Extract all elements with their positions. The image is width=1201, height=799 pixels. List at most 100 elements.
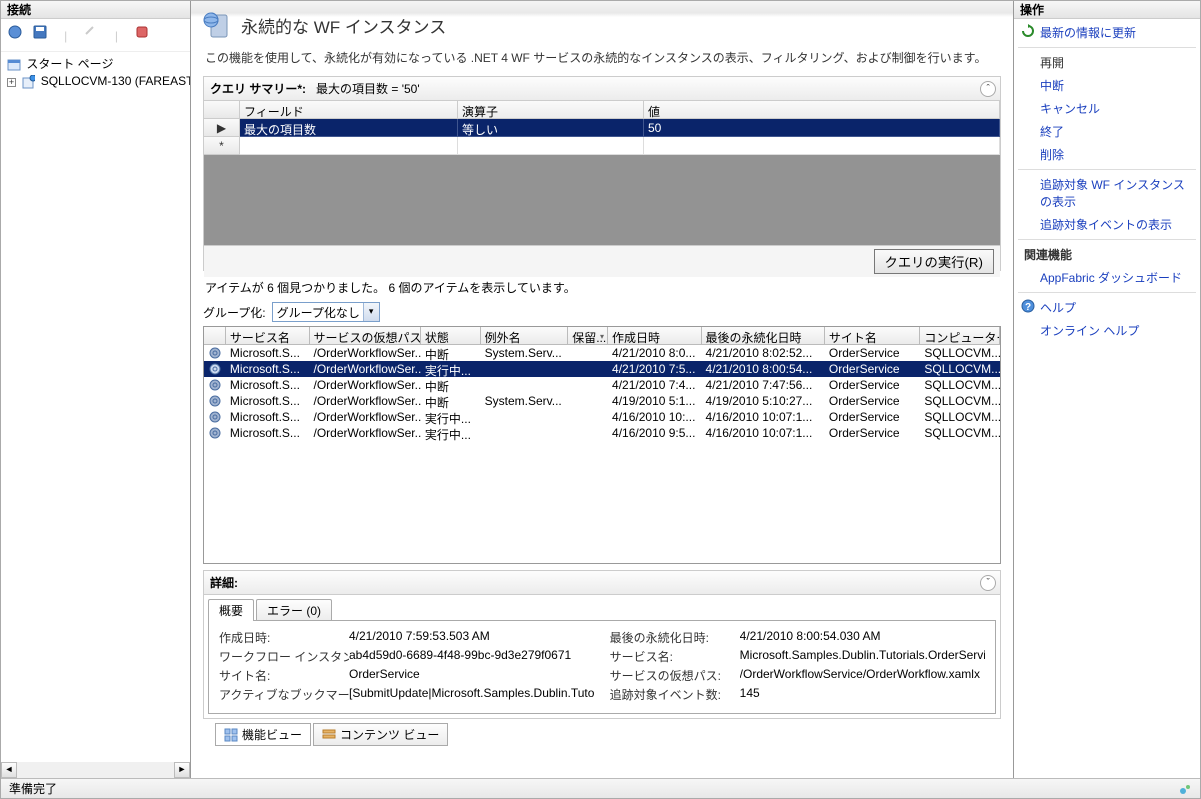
actions-related-header: 関連機能 (1018, 243, 1196, 266)
table-row[interactable]: Microsoft.S.../OrderWorkflowSer...中断Syst… (204, 345, 1000, 361)
list-cell (568, 393, 608, 409)
tree-server-node[interactable]: + SQLLOCVM-130 (FAREAST\w (5, 73, 188, 90)
detail-service-label: サービス名: (610, 648, 740, 665)
query-col-value[interactable]: 値 (644, 101, 1000, 119)
collapse-icon[interactable]: ˇ (980, 575, 996, 591)
query-col-op[interactable]: 演算子 (458, 101, 644, 119)
tree-horizontal-scrollbar[interactable]: ◄ ► (1, 762, 190, 778)
table-row[interactable]: Microsoft.S.../OrderWorkflowSer...実行中...… (204, 409, 1000, 425)
action-delete[interactable]: 削除 (1018, 143, 1196, 166)
stop-icon[interactable] (131, 23, 153, 45)
list-col-5[interactable]: 作成日時 (608, 327, 702, 345)
list-cell: 4/19/2010 5:10:27... (702, 393, 825, 409)
detail-created-value: 4/21/2010 7:59:53.503 AM (349, 629, 594, 646)
list-cell (481, 425, 569, 441)
list-col-0[interactable]: サービス名 (226, 327, 310, 345)
list-col-2[interactable]: 状態 (421, 327, 481, 345)
detail-created-label: 作成日時: (219, 629, 349, 646)
collapse-icon[interactable]: ˆ (980, 81, 996, 97)
query-cell-value[interactable]: 50 (644, 119, 1000, 137)
list-cell: 4/16/2010 10:07:1... (702, 409, 825, 425)
list-cell: 4/21/2010 8:02:52... (702, 345, 825, 361)
list-cell: 実行中... (421, 361, 481, 377)
list-cell: OrderService (825, 345, 921, 361)
dropdown-icon[interactable]: ▾ (363, 303, 379, 321)
list-cell: SQLLOCVM... (920, 393, 1000, 409)
list-col-4[interactable]: 保留...▾ (568, 327, 608, 345)
list-cell: System.Serv... (481, 345, 569, 361)
scroll-left-icon[interactable]: ◄ (1, 762, 17, 778)
help-icon: ? (1020, 298, 1036, 314)
connect-icon[interactable] (4, 23, 26, 45)
action-cancel[interactable]: キャンセル (1018, 97, 1196, 120)
group-by-value[interactable] (273, 305, 363, 319)
list-cell: 中断 (421, 377, 481, 393)
detail-events-label: 追跡対象イベント数: (610, 686, 740, 703)
tab-features-view[interactable]: 機能ビュー (215, 723, 311, 746)
table-row[interactable]: Microsoft.S.../OrderWorkflowSer...中断4/21… (204, 377, 1000, 393)
status-text: 準備完了 (9, 780, 57, 797)
action-suspend[interactable]: 中断 (1018, 74, 1196, 97)
connections-tree[interactable]: スタート ページ + SQLLOCVM-130 (FAREAST\w (1, 52, 190, 762)
features-icon (224, 728, 238, 742)
details-bar[interactable]: 詳細: ˇ (203, 570, 1001, 595)
server-icon (21, 75, 37, 89)
list-cell: 4/21/2010 7:5... (608, 361, 702, 377)
list-cell: OrderService (825, 425, 921, 441)
page-title-icon (203, 11, 231, 39)
group-by-label: グループ化: (203, 304, 266, 321)
tab-content-view[interactable]: コンテンツ ビュー (313, 723, 448, 746)
query-summary-bar[interactable]: クエリ サマリー*: 最大の項目数 = '50' ˆ (203, 76, 1001, 101)
action-online-help[interactable]: オンライン ヘルプ (1018, 319, 1196, 342)
action-refresh-label: 最新の情報に更新 (1040, 26, 1136, 40)
action-reopen[interactable]: 再開 (1018, 51, 1196, 74)
table-row[interactable]: Microsoft.S.../OrderWorkflowSer...中断Syst… (204, 393, 1000, 409)
tree-start-page[interactable]: スタート ページ (5, 54, 188, 73)
list-cell: 中断 (421, 393, 481, 409)
list-cell: OrderService (825, 377, 921, 393)
list-col-8[interactable]: コンピューター (920, 327, 1000, 345)
tab-errors[interactable]: エラー (0) (256, 599, 332, 621)
query-cell-op[interactable]: 等しい (458, 119, 644, 137)
scroll-right-icon[interactable]: ► (174, 762, 190, 778)
detail-bookmark-label: アクティブなブックマーク: (219, 686, 349, 703)
action-help[interactable]: ? ヘルプ (1018, 296, 1196, 319)
action-dashboard[interactable]: AppFabric ダッシュボード (1018, 266, 1196, 289)
query-col-field[interactable]: フィールド (240, 101, 458, 119)
list-col-1[interactable]: サービスの仮想パス (310, 327, 421, 345)
detail-wfid-value: ab4d59d0-6689-4f48-99bc-9d3e279f0671 (349, 648, 594, 665)
attach-icon[interactable] (80, 23, 102, 45)
save-icon[interactable] (29, 23, 51, 45)
query-new-row[interactable]: * (204, 137, 1000, 155)
table-row[interactable]: Microsoft.S.../OrderWorkflowSer...実行中...… (204, 361, 1000, 377)
tab-overview[interactable]: 概要 (208, 599, 254, 621)
tab-content-label: コンテンツ ビュー (340, 726, 439, 743)
detail-vpath-label: サービスの仮想パス: (610, 667, 740, 684)
list-col-7[interactable]: サイト名 (825, 327, 921, 345)
query-cell-field[interactable]: 最大の項目数 (240, 119, 458, 137)
gear-icon (204, 345, 226, 361)
instance-list[interactable]: サービス名サービスの仮想パス状態例外名保留...▾作成日時最後の永続化日時サイト… (203, 326, 1001, 564)
detail-persisted-label: 最後の永続化日時: (610, 629, 740, 646)
group-by-combo[interactable]: ▾ (272, 302, 380, 322)
list-cell (568, 345, 608, 361)
expand-icon[interactable]: + (7, 78, 16, 87)
row-indicator-icon: ▶ (204, 119, 240, 137)
list-col-3[interactable]: 例外名 (481, 327, 569, 345)
action-refresh[interactable]: 最新の情報に更新 (1018, 21, 1196, 44)
list-col-icon[interactable] (204, 327, 226, 345)
table-row[interactable]: Microsoft.S.../OrderWorkflowSer...実行中...… (204, 425, 1000, 441)
action-terminate[interactable]: 終了 (1018, 120, 1196, 143)
list-cell: Microsoft.S... (226, 425, 310, 441)
gear-icon (204, 377, 226, 393)
list-cell: /OrderWorkflowSer... (310, 377, 421, 393)
list-cell (568, 377, 608, 393)
action-view-tracked-events[interactable]: 追跡対象イベントの表示 (1018, 213, 1196, 236)
list-cell (481, 377, 569, 393)
query-row[interactable]: ▶ 最大の項目数 等しい 50 (204, 119, 1000, 137)
list-col-6[interactable]: 最後の永続化日時 (702, 327, 825, 345)
action-view-tracked-instances[interactable]: 追跡対象 WF インスタンスの表示 (1018, 173, 1196, 213)
list-cell: 実行中... (421, 409, 481, 425)
gear-icon (204, 361, 226, 377)
action-help-label: ヘルプ (1040, 301, 1076, 315)
